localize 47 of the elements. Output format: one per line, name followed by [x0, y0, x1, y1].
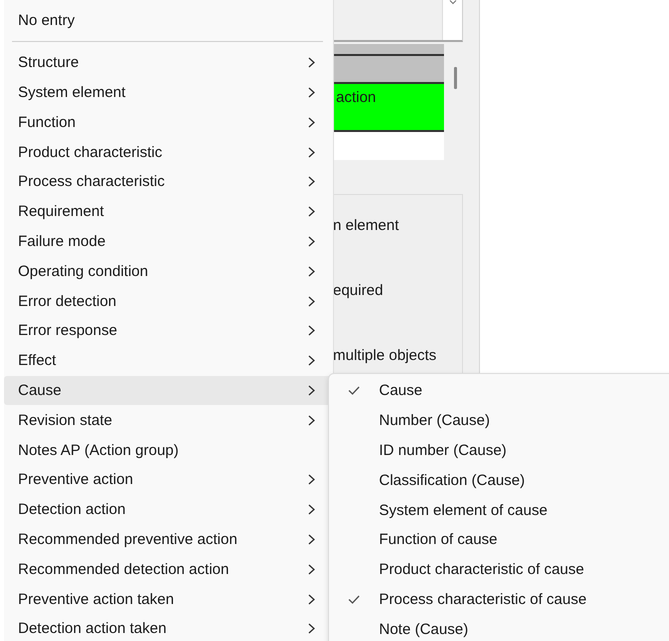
- checkmark-icon: [348, 386, 360, 396]
- menu-item-label: Failure mode: [18, 232, 106, 250]
- menu-item-label: Preventive action: [18, 471, 134, 488]
- menu-item-label: Revision state: [18, 412, 112, 429]
- menu-item-label: Requirement: [18, 203, 104, 220]
- submenu-item-label: ID number (Cause): [379, 442, 507, 459]
- menu-item-label: Recommended detection action: [18, 560, 229, 578]
- submenu-item-label: Process characteristic of cause: [379, 590, 587, 608]
- submenu-item-label: System element of cause: [379, 502, 548, 519]
- menu-item[interactable]: Structure: [4, 48, 333, 78]
- menu-item-label: No entry: [18, 12, 75, 30]
- menu-item[interactable]: Error response: [4, 316, 333, 346]
- submenu-item-label: Note (Cause): [379, 620, 468, 638]
- menu-item-label: Process characteristic: [18, 173, 165, 190]
- menu-item[interactable]: Failure mode: [4, 226, 333, 256]
- menu-item[interactable]: No entry: [4, 6, 333, 36]
- menu-item-label: System element: [18, 84, 126, 101]
- menu-item-label: Product characteristic: [18, 144, 162, 161]
- menu-item-label: Error response: [18, 322, 118, 340]
- checkmark-icon: [348, 594, 360, 604]
- menu-item[interactable]: Process characteristic: [4, 166, 333, 197]
- submenu-item-label: Function of cause: [379, 531, 498, 548]
- menu-item[interactable]: Error detection: [4, 286, 333, 316]
- menu-item-label: Notes AP (Action group): [18, 442, 179, 459]
- submenu-item-label: Number (Cause): [379, 412, 490, 430]
- option-label: multiple objects: [333, 347, 438, 364]
- menu-item-label: Cause: [18, 382, 62, 399]
- menu-item-label: Function: [18, 114, 76, 131]
- menu-item-label: Structure: [18, 54, 79, 72]
- submenu-item-label: Product characteristic of cause: [379, 561, 584, 578]
- menu-item[interactable]: Requirement: [4, 196, 333, 227]
- option-label: equired: [333, 282, 384, 299]
- submenu-item-label: Classification (Cause): [379, 472, 525, 489]
- menu-item-label: Detection action: [18, 501, 126, 518]
- menu-item-label: Effect: [18, 352, 56, 370]
- menu-item-label: Preventive action taken: [18, 590, 174, 608]
- submenu-item-label: Cause: [379, 382, 422, 400]
- option-label: n element: [333, 217, 400, 234]
- scrollbar-thumb[interactable]: [454, 67, 457, 89]
- menu-item[interactable]: Operating condition: [4, 256, 333, 286]
- menu-item-label: Error detection: [18, 292, 116, 310]
- menu-item-label: Detection action taken: [18, 620, 166, 638]
- menu-item[interactable]: Effect: [4, 346, 333, 376]
- menu-item-label: Operating condition: [18, 262, 148, 280]
- scroll-down-icon: [448, 0, 456, 5]
- menu-item-label: Recommended preventive action: [18, 530, 238, 548]
- menu-item[interactable]: Product characteristic: [4, 137, 333, 167]
